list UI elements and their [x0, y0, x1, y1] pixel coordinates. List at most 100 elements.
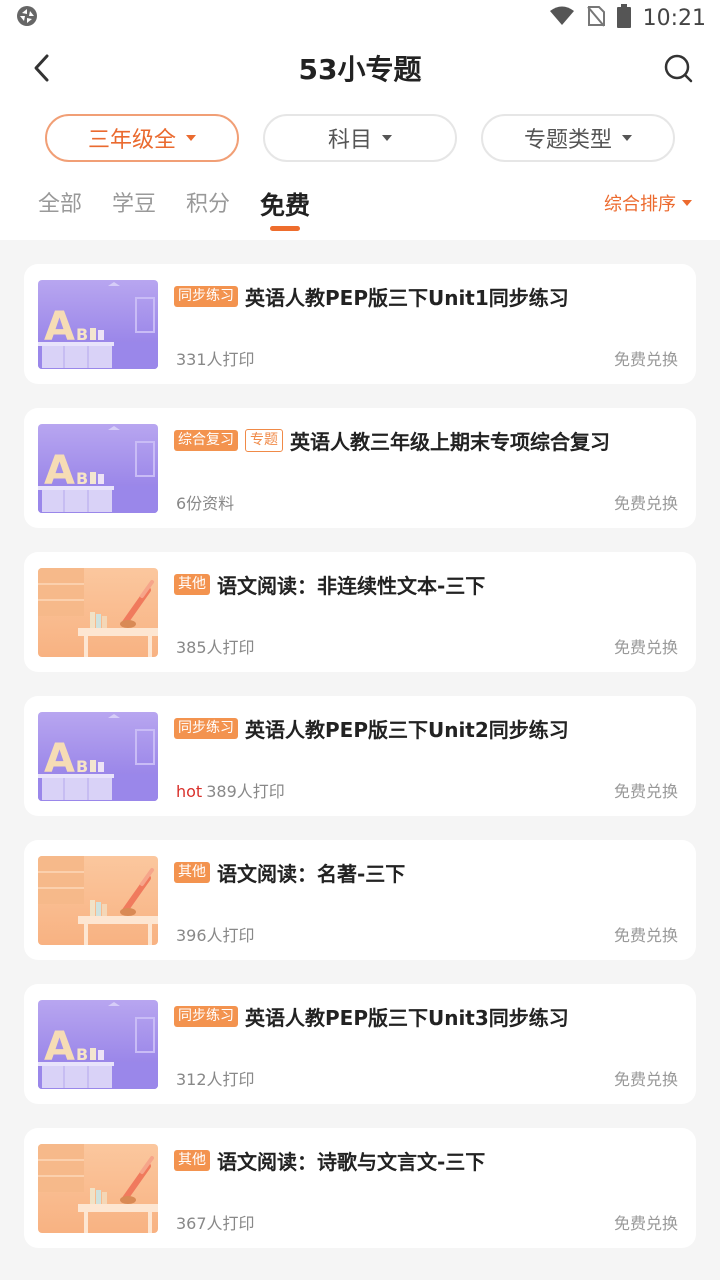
topic-tag: 其他	[174, 1150, 210, 1171]
topic-meta: 312人打印	[176, 1066, 255, 1090]
clock: 10:21	[642, 5, 706, 31]
free-exchange-button[interactable]: 免费兑换	[614, 634, 678, 658]
caret-down-icon	[622, 135, 632, 141]
back-arrow-icon	[34, 54, 49, 82]
filter-subject-label: 科目	[327, 128, 372, 153]
topic-card[interactable]: A B 同步练习 英语人教PEP版三下Unit3同步练习 312人打印 免费兑换	[24, 984, 696, 1104]
topic-card[interactable]: 其他 语文阅读：非连续性文本-三下 385人打印 免费兑换	[24, 552, 696, 672]
chinese-cover-image	[38, 568, 158, 657]
topic-meta: hot 389人打印	[176, 778, 285, 802]
caret-down-icon	[382, 135, 392, 141]
category-tabs: 全部 学豆 积分 免费 综合排序	[0, 178, 720, 240]
no-sim-icon	[586, 5, 605, 31]
topic-meta: 331人打印	[176, 346, 255, 370]
hot-badge: hot	[176, 782, 203, 801]
filter-topic-type[interactable]: 专题类型	[481, 114, 675, 162]
topic-tag: 同步练习	[174, 1006, 238, 1027]
search-icon	[664, 54, 693, 83]
topic-tag: 同步练习	[174, 718, 238, 739]
search-button[interactable]	[660, 50, 696, 86]
english-cover-image: AB	[38, 424, 158, 513]
free-exchange-button[interactable]: 免费兑换	[614, 1066, 678, 1090]
topic-meta: 6份资料	[176, 490, 234, 514]
topic-card[interactable]: 其他 语文阅读：名著-三下 396人打印 免费兑换	[24, 840, 696, 960]
svg-text:B: B	[76, 469, 88, 488]
free-exchange-button[interactable]: 免费兑换	[614, 346, 678, 370]
english-cover-image: AB	[38, 1000, 158, 1089]
topic-title: 英语人教PEP版三下Unit1同步练习	[245, 286, 569, 310]
filter-grade[interactable]: 三年级全	[45, 114, 239, 162]
tab-free-label: 免费	[260, 191, 311, 220]
topic-card[interactable]: A B 同步练习 英语人教PEP版三下Unit1同步练习 331人打印 免费兑换	[24, 264, 696, 384]
topic-meta: 396人打印	[176, 922, 255, 946]
sort-label: 综合排序	[604, 194, 676, 215]
status-bar: 10:21	[0, 0, 720, 36]
caret-down-icon	[682, 200, 692, 206]
active-tab-indicator	[270, 226, 301, 231]
topic-tag: 同步练习	[174, 286, 238, 307]
top-area: 10:21 53小专题 三年级全 科目 专题类型 全部 学豆 积分 免费 综合排…	[0, 0, 720, 240]
topic-card[interactable]: 其他 语文阅读：诗歌与文言文-三下 367人打印 免费兑换	[24, 1128, 696, 1248]
topic-title-row: 综合复习 专题 英语人教三年级上期末专项综合复习	[174, 426, 676, 455]
topic-title-row: 同步练习 英语人教PEP版三下Unit3同步练习	[174, 1002, 676, 1031]
chinese-cover-image	[38, 856, 158, 945]
caret-down-icon	[186, 135, 196, 141]
topic-title-row: 同步练习 英语人教PEP版三下Unit1同步练习	[174, 282, 676, 311]
topic-meta: 367人打印	[176, 1210, 255, 1234]
topic-meta: 385人打印	[176, 634, 255, 658]
svg-text:B: B	[76, 325, 88, 344]
topic-title-row: 其他 语文阅读：名著-三下	[174, 858, 676, 887]
svg-text:B: B	[76, 1045, 88, 1064]
svg-text:A: A	[44, 448, 75, 494]
topic-title-row: 其他 语文阅读：诗歌与文言文-三下	[174, 1146, 676, 1175]
topic-title: 英语人教PEP版三下Unit3同步练习	[245, 1006, 569, 1030]
filter-bar: 三年级全 科目 专题类型	[0, 100, 720, 178]
topic-title: 语文阅读：诗歌与文言文-三下	[217, 1150, 486, 1174]
topic-title: 语文阅读：名著-三下	[217, 862, 406, 886]
wifi-icon	[549, 6, 575, 30]
status-right: 10:21	[549, 4, 706, 32]
svg-text:A: A	[44, 304, 75, 350]
back-button[interactable]	[24, 50, 60, 86]
print-count: 385人打印	[176, 638, 255, 657]
filter-grade-label: 三年级全	[87, 128, 176, 153]
svg-text:A: A	[44, 1024, 75, 1070]
free-exchange-button[interactable]: 免费兑换	[614, 490, 678, 514]
english-cover-image: AB	[38, 712, 158, 801]
chinese-cover-image	[38, 1144, 158, 1233]
topic-title-row: 其他 语文阅读：非连续性文本-三下	[174, 570, 676, 599]
topic-tag: 其他	[174, 862, 210, 883]
topic-list: A B 同步练习 英语人教PEP版三下Unit1同步练习 331人打印 免费兑换 A B 综合复…	[0, 240, 720, 1248]
battery-icon	[616, 4, 631, 32]
app-notification-icon	[16, 5, 38, 31]
english-cover-image: AB	[38, 280, 158, 369]
print-count: 6份资料	[176, 494, 235, 513]
free-exchange-button[interactable]: 免费兑换	[614, 1210, 678, 1234]
svg-text:A: A	[44, 736, 75, 782]
sort-dropdown[interactable]: 综合排序	[604, 190, 692, 216]
app-bar: 53小专题	[0, 36, 720, 100]
free-exchange-button[interactable]: 免费兑换	[614, 778, 678, 802]
print-count: 389人打印	[206, 782, 285, 801]
topic-card[interactable]: A B 同步练习 英语人教PEP版三下Unit2同步练习 hot 389人打印 免费兑换	[24, 696, 696, 816]
print-count: 312人打印	[176, 1070, 255, 1089]
topic-title-row: 同步练习 英语人教PEP版三下Unit2同步练习	[174, 714, 676, 743]
filter-subject[interactable]: 科目	[263, 114, 457, 162]
topic-tag: 专题	[245, 429, 283, 452]
filter-topic-type-label: 专题类型	[523, 128, 612, 153]
topic-title: 英语人教PEP版三下Unit2同步练习	[245, 718, 569, 742]
free-exchange-button[interactable]: 免费兑换	[614, 922, 678, 946]
topic-title: 语文阅读：非连续性文本-三下	[217, 574, 486, 598]
topic-tag: 综合复习	[174, 430, 238, 451]
topic-card[interactable]: A B 综合复习 专题 英语人教三年级上期末专项综合复习 6份资料 免费兑换	[24, 408, 696, 528]
tab-all[interactable]: 全部	[38, 182, 82, 218]
print-count: 331人打印	[176, 350, 255, 369]
tab-beans[interactable]: 学豆	[112, 182, 156, 218]
tab-points[interactable]: 积分	[186, 182, 230, 218]
print-count: 367人打印	[176, 1214, 255, 1233]
print-count: 396人打印	[176, 926, 255, 945]
page-title: 53小专题	[298, 53, 422, 86]
topic-tag: 其他	[174, 574, 210, 595]
topic-title: 英语人教三年级上期末专项综合复习	[290, 430, 610, 454]
tab-free[interactable]: 免费	[260, 182, 311, 231]
